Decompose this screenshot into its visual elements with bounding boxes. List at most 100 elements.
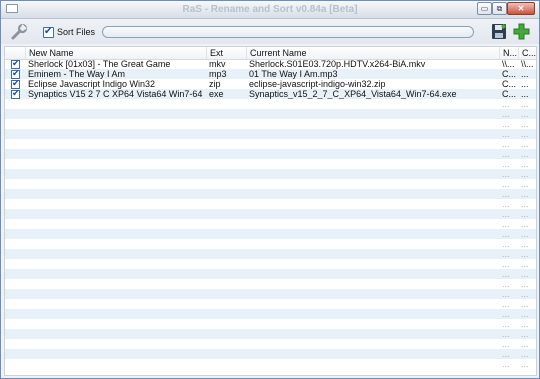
empty-row: ...... (5, 129, 536, 139)
toolbar: Sort Files (1, 19, 539, 44)
empty-row: ...... (5, 319, 536, 329)
n-cell: ... (502, 249, 510, 259)
empty-row: ...... (5, 159, 536, 169)
empty-row: ...... (5, 309, 536, 319)
current-name-cell: Sherlock.S01E03.720p.HDTV.x264-BiA.mkv (249, 59, 426, 69)
wrench-icon[interactable] (10, 23, 28, 41)
c-cell: ... (521, 109, 529, 119)
c-cell: ... (521, 249, 529, 259)
n-cell: ... (502, 349, 510, 359)
empty-row: ...... (5, 179, 536, 189)
new-name-cell: Synaptics V15 2 7 C XP64 Vista64 Win7-64 (28, 89, 203, 99)
c-cell: \\... (521, 59, 534, 69)
n-cell: ... (502, 199, 510, 209)
current-name-cell: eclipse-javascript-indigo-win32.zip (249, 79, 386, 89)
c-cell: ... (521, 89, 529, 99)
table-row[interactable]: Eminem - The Way I Am mp3 01 The Way I Am.… (5, 68, 536, 79)
c-cell: ... (521, 149, 529, 159)
c-cell: ... (521, 79, 529, 89)
close-button[interactable]: ✕ (507, 2, 535, 15)
c-cell: ... (521, 339, 529, 349)
n-cell: ... (502, 259, 510, 269)
c-cell: ... (521, 189, 529, 199)
c-cell: ... (521, 269, 529, 279)
n-cell: ... (502, 229, 510, 239)
c-cell: ... (521, 169, 529, 179)
new-name-cell: Eminem - The Way I Am (28, 69, 126, 79)
sort-files-checkbox[interactable] (43, 26, 54, 38)
c-cell: ... (521, 209, 529, 219)
empty-row: ...... (5, 119, 536, 129)
c-cell: ... (521, 199, 529, 209)
c-cell: ... (521, 329, 529, 339)
empty-row: ...... (5, 249, 536, 259)
n-cell: ... (502, 119, 510, 129)
n-cell: ... (502, 109, 510, 119)
n-cell: ... (502, 129, 510, 139)
list-rows: Sherlock [01x03] - The Great Game mkv Sher… (5, 58, 536, 369)
empty-row: ...... (5, 279, 536, 289)
n-cell: C... (502, 69, 517, 79)
n-cell: ... (502, 99, 510, 109)
n-cell: ... (502, 299, 510, 309)
header-c[interactable]: C... (518, 47, 536, 59)
empty-row: ...... (5, 169, 536, 179)
c-cell: ... (521, 99, 529, 109)
c-cell: ... (521, 289, 529, 299)
table-row[interactable]: Eclipse Javascript Indigo Win32 zip eclips… (5, 78, 536, 89)
c-cell: ... (521, 219, 529, 229)
n-cell: ... (502, 269, 510, 279)
n-cell: C... (502, 79, 517, 89)
n-cell: ... (502, 329, 510, 339)
add-icon[interactable] (513, 23, 530, 40)
empty-row: ...... (5, 199, 536, 209)
table-row[interactable]: Sherlock [01x03] - The Great Game mkv Sher… (5, 58, 536, 69)
ext-cell: exe (209, 89, 224, 99)
n-cell: ... (502, 139, 510, 149)
n-cell: ... (502, 319, 510, 329)
minimize-button[interactable]: ▭ (477, 2, 492, 15)
empty-row: ...... (5, 299, 536, 309)
c-cell: ... (521, 229, 529, 239)
n-cell: ... (502, 359, 510, 369)
c-cell: ... (521, 239, 529, 249)
c-cell: ... (521, 309, 529, 319)
c-cell: ... (521, 69, 529, 79)
new-name-cell: Sherlock [01x03] - The Great Game (28, 59, 171, 69)
c-cell: ... (521, 319, 529, 329)
n-cell: ... (502, 179, 510, 189)
file-list[interactable]: New Name Ext Current Name N... C... Sher… (4, 46, 537, 376)
empty-row: ...... (5, 349, 536, 359)
c-cell: ... (521, 349, 529, 359)
header-new-name[interactable]: New Name (25, 47, 206, 59)
empty-row: ...... (5, 149, 536, 159)
empty-row: ...... (5, 329, 536, 339)
header-n[interactable]: N... (499, 47, 518, 59)
n-cell: ... (502, 189, 510, 199)
empty-row: ...... (5, 229, 536, 239)
ext-cell: mkv (209, 59, 226, 69)
empty-row: ...... (5, 289, 536, 299)
c-cell: ... (521, 159, 529, 169)
save-icon[interactable] (491, 23, 507, 40)
n-cell: ... (502, 209, 510, 219)
header-ext[interactable]: Ext (206, 47, 246, 59)
c-cell: ... (521, 299, 529, 309)
sort-files-label[interactable]: Sort Files (57, 27, 95, 37)
row-checkbox[interactable] (11, 88, 20, 99)
ext-cell: mp3 (209, 69, 227, 79)
maximize-button[interactable]: ⧉ (492, 2, 507, 15)
c-cell: ... (521, 139, 529, 149)
app-window: RaS - Rename and Sort v0.84a [Beta] ▭ ⧉ … (0, 0, 540, 379)
n-cell: C... (502, 89, 517, 99)
n-cell: ... (502, 149, 510, 159)
header-current-name[interactable]: Current Name (246, 47, 499, 59)
c-cell: ... (521, 279, 529, 289)
n-cell: ... (502, 309, 510, 319)
current-name-cell: 01 The Way I Am.mp3 (249, 69, 338, 79)
c-cell: ... (521, 119, 529, 129)
table-row[interactable]: Synaptics V15 2 7 C XP64 Vista64 Win7-64… (5, 88, 536, 99)
c-cell: ... (521, 129, 529, 139)
title-bar[interactable]: RaS - Rename and Sort v0.84a [Beta] ▭ ⧉ … (1, 1, 539, 19)
empty-row: ...... (5, 209, 536, 219)
